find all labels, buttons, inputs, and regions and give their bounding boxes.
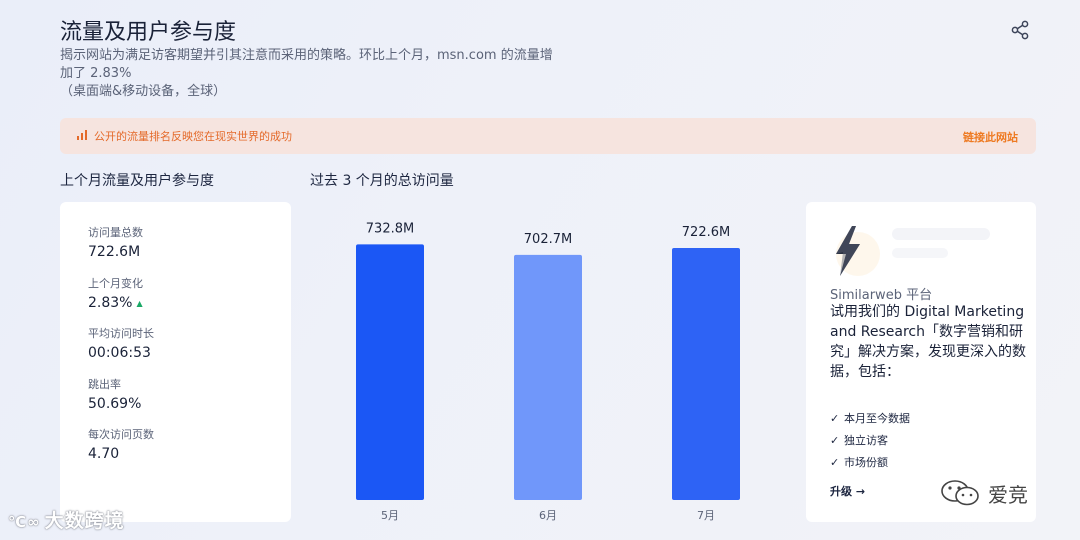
watermark-logo-icon: ℃∞ [8, 513, 41, 531]
metric-value: 00:06:53 [88, 345, 151, 361]
bar-value-label: 702.7M [524, 232, 572, 247]
metric-label: 平均访问时长 [88, 327, 154, 340]
metric-value: 50.69% [88, 396, 142, 412]
watermark-text: 爱竞 [988, 482, 1028, 507]
promo-platform: Similarweb 平台 [830, 288, 933, 303]
metric-label: 每次访问页数 [88, 428, 154, 441]
metric-value: 2.83% [88, 295, 133, 311]
watermark-right: 爱竞 [938, 478, 1028, 508]
trend-up-icon: ▲ [136, 298, 143, 308]
metric-label: 上个月变化 [88, 277, 143, 290]
metric-value: 4.70 [88, 446, 120, 462]
check-icon: ✓ [830, 434, 840, 447]
engagement-section-title: 上个月流量及用户参与度 [60, 173, 214, 189]
info-banner: 公开的流量排名反映您在现实世界的成功 链接此网站 [60, 118, 1036, 154]
metric-monthly-change: 上个月变化 2.83% ▲ [88, 275, 143, 311]
check-icon: ✓ [830, 412, 840, 425]
metric-avg-duration: 平均访问时长 00:06:53 [88, 325, 154, 361]
banner-text: 公开的流量排名反映您在现实世界的成功 [94, 130, 292, 143]
bar-chart-icon [77, 130, 87, 140]
bar-7月[interactable] [672, 247, 740, 500]
description-line: （桌面端&移动设备，全球） [60, 84, 227, 99]
promo-card: Similarweb 平台 试用我们的 Digital Marketing an… [806, 202, 1036, 522]
bar-value-label: 722.6M [682, 225, 730, 240]
x-tick-label: 6月 [539, 509, 557, 522]
description-line: 揭示网站为满足访客期望并引其注意而采用的策略。环比上个月，msn.com 的流量… [60, 48, 553, 63]
bar-6月[interactable] [514, 254, 582, 500]
check-icon: ✓ [830, 456, 840, 469]
bar-5月[interactable] [356, 244, 424, 500]
page-title: 流量及用户参与度 [60, 20, 237, 45]
metric-value: 722.6M [88, 244, 141, 260]
list-item: ✓ 市场份额 [830, 452, 910, 474]
metric-bounce-rate: 跳出率 50.69% [88, 376, 141, 412]
page-description: 揭示网站为满足访客期望并引其注意而采用的策略。环比上个月，msn.com 的流量… [60, 47, 600, 101]
list-item: ✓ 独立访客 [830, 430, 910, 452]
visits-chart-title: 过去 3 个月的总访问量 [310, 173, 454, 189]
metric-label: 访问量总数 [88, 226, 143, 239]
list-item: ✓ 本月至今数据 [830, 408, 910, 430]
metric-label: 跳出率 [88, 378, 121, 391]
bar-value-label: 732.8M [366, 221, 414, 236]
lightning-bolt-icon [836, 226, 860, 276]
description-line: 加了 2.83% [60, 66, 132, 81]
wechat-icon [941, 480, 979, 506]
link-site-button[interactable]: 链接此网站 [963, 129, 1018, 145]
feature-list: ✓ 本月至今数据 ✓ 独立访客 ✓ 市场份额 [830, 408, 910, 474]
share-icon[interactable] [1010, 20, 1030, 40]
engagement-card: 访问量总数 722.6M 上个月变化 2.83% ▲ 平均访问时长 00:06:5… [60, 202, 291, 522]
metric-pages-per-visit: 每次访问页数 4.70 [88, 426, 154, 462]
watermark-left: ℃∞ 大数跨境 [8, 506, 125, 533]
visits-bar-chart: 732.8M 5月 702.7M 6月 722.6M 7月 [356, 221, 740, 522]
metric-total-visits: 访问量总数 722.6M [88, 224, 143, 260]
watermark-text: 大数跨境 [44, 510, 125, 532]
upgrade-button[interactable]: 升级 → [830, 483, 865, 499]
x-tick-label: 5月 [381, 509, 399, 522]
promo-pitch: 试用我们的 Digital Marketing and Research「数字营… [830, 304, 1026, 380]
x-tick-label: 7月 [697, 509, 715, 522]
